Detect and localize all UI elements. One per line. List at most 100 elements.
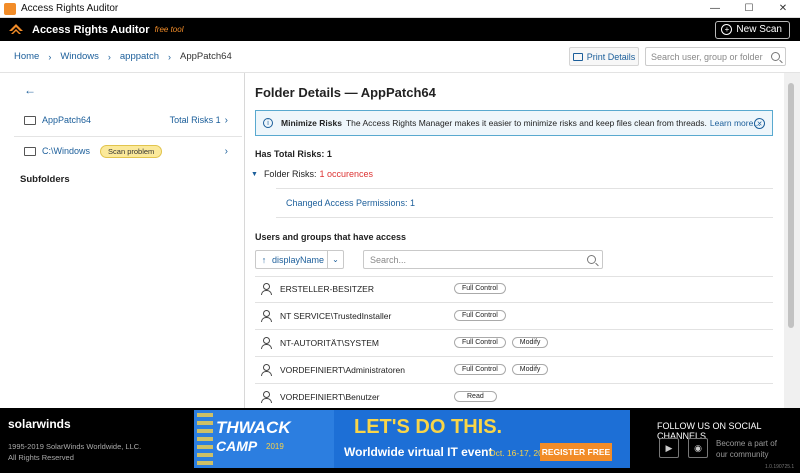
learn-more-link[interactable]: Learn more... — [710, 118, 761, 128]
chevron-right-icon: › — [107, 51, 111, 62]
sort-label: displayName — [272, 254, 325, 265]
user-row[interactable]: VORDEFINIERT\Administratoren Full Contro… — [255, 356, 773, 383]
sort-button[interactable]: ↑ displayName ⌄ — [255, 250, 344, 269]
chevron-right-icon: › — [167, 51, 171, 62]
thwack-wordmark: THWACK — [216, 418, 291, 437]
vertical-scrollbar[interactable] — [784, 73, 800, 408]
user-name: NT SERVICE\TrustedInstaller — [280, 310, 392, 321]
breadcrumb-windows[interactable]: Windows — [60, 51, 99, 62]
breadcrumb-current: AppPatch64 — [179, 51, 232, 62]
permission-badge: Full Control — [454, 364, 506, 375]
breadcrumb-apppatch[interactable]: apppatch — [120, 51, 159, 62]
total-risks-link[interactable]: Total Risks 1 — [170, 115, 221, 125]
folder-risks-toggle[interactable]: ▼ Folder Risks: 1 occurences — [251, 169, 373, 179]
close-icon[interactable]: ✕ — [754, 118, 765, 129]
banner-headline: LET'S DO THIS. — [354, 416, 503, 438]
user-name: NT-AUTORITÄT\SYSTEM — [280, 337, 380, 348]
chevron-right-icon: › — [224, 114, 228, 126]
printer-icon — [572, 52, 583, 61]
youtube-icon[interactable]: ▶ — [659, 438, 679, 458]
community-line: our community — [716, 450, 769, 459]
maximize-button[interactable]: ☐ — [732, 0, 766, 17]
chevron-right-icon: › — [48, 51, 52, 62]
user-row[interactable]: NT SERVICE\TrustedInstaller Full Control — [255, 302, 773, 329]
thwackcamp-banner[interactable]: THWACK CAMP 2019 LET'S DO THIS. Worldwid… — [194, 410, 630, 468]
app-header: Access Rights Auditor free tool + New Sc… — [0, 18, 800, 41]
search-icon — [771, 52, 780, 61]
folder-label: C:\Windows — [42, 146, 91, 156]
user-name: ERSTELLER-BESITZER — [280, 283, 374, 294]
search-icon — [587, 255, 596, 264]
user-icon — [261, 390, 272, 403]
folder-icon — [24, 115, 36, 125]
print-details-button[interactable]: Print Details — [569, 47, 639, 66]
user-row[interactable]: VORDEFINIERT\Benutzer Read — [255, 383, 773, 408]
window-titlebar: Access Rights Auditor — ☐ ✕ — [0, 0, 800, 18]
user-row[interactable]: ERSTELLER-BESITZER Full Control — [255, 275, 773, 302]
user-icon — [261, 282, 272, 295]
camp-year: 2019 — [266, 442, 284, 451]
community-text: Become a part of our community — [716, 438, 777, 460]
permission-badge: Read — [454, 391, 497, 402]
changed-permissions-link[interactable]: Changed Access Permissions: 1 — [286, 198, 415, 208]
new-scan-button[interactable]: + New Scan — [715, 20, 790, 39]
new-scan-label: New Scan — [736, 24, 782, 35]
permission-badge: Full Control — [454, 337, 506, 348]
scan-icon: + — [721, 24, 733, 35]
version-label: 1.0.190725.1 — [765, 464, 795, 470]
users-groups-heading: Users and groups that have access — [255, 232, 407, 242]
chevron-down-icon[interactable]: ⌄ — [327, 251, 343, 268]
camp-wordmark: CAMP — [216, 438, 258, 454]
caret-down-icon: ▼ — [251, 170, 258, 178]
decorative-stripes — [197, 413, 213, 465]
permission-badge: Full Control — [454, 310, 506, 321]
window-title: Access Rights Auditor — [21, 3, 119, 14]
app-icon — [4, 2, 16, 15]
folder-risks-count: 1 occurences — [319, 169, 373, 179]
user-name: VORDEFINIERT\Benutzer — [280, 391, 380, 402]
info-icon: i — [263, 118, 273, 128]
register-free-button[interactable]: REGISTER FREE — [540, 443, 612, 461]
solarwinds-logo-icon — [9, 23, 23, 34]
minimize-button[interactable]: — — [698, 0, 732, 17]
close-button[interactable]: ✕ — [766, 0, 800, 17]
banner-title: Minimize Risks — [281, 118, 342, 128]
folder-row-windows[interactable]: C:\Windows Scan problem › — [0, 137, 244, 165]
solarwinds-logo[interactable]: solarwinds — [8, 417, 71, 431]
thwackcamp-logo: THWACK CAMP 2019 — [194, 410, 334, 468]
chevron-right-icon: › — [224, 145, 228, 157]
folder-row-apppatch64[interactable]: AppPatch64 Total Risks 1 › — [0, 106, 244, 134]
total-risks-heading: Has Total Risks: 1 — [255, 149, 332, 159]
copyright-line: 1995-2019 SolarWinds Worldwide, LLC. — [8, 442, 142, 451]
divider — [276, 217, 773, 218]
thwack-community-icon[interactable]: ◉ — [688, 438, 708, 458]
breadcrumb-home[interactable]: Home — [14, 51, 39, 62]
scrollbar-thumb[interactable] — [788, 83, 794, 328]
back-arrow-icon[interactable]: ← — [24, 83, 36, 97]
permission-badge: Modify — [511, 337, 549, 348]
permission-badge: Modify — [511, 364, 549, 375]
user-search-input[interactable]: Search... — [363, 250, 603, 269]
global-search-placeholder: Search user, group or folder — [651, 51, 763, 62]
page-title: Folder Details — AppPatch64 — [255, 85, 436, 100]
permission-badge: Full Control — [454, 283, 506, 294]
arrow-up-icon: ↑ — [261, 254, 267, 265]
global-search-input[interactable]: Search user, group or folder — [645, 47, 786, 66]
banner-text: The Access Rights Manager makes it easie… — [345, 118, 707, 128]
window-controls: — ☐ ✕ — [698, 0, 800, 17]
user-search-placeholder: Search... — [370, 254, 407, 265]
user-name: VORDEFINIERT\Administratoren — [280, 364, 406, 375]
scan-problem-badge: Scan problem — [100, 144, 163, 158]
footer: solarwinds 1995-2019 SolarWinds Worldwid… — [0, 408, 800, 473]
folder-label: AppPatch64 — [42, 115, 92, 125]
free-tool-tag: free tool — [154, 25, 184, 34]
minimize-risks-banner: i Minimize Risks The Access Rights Manag… — [255, 110, 773, 136]
breadcrumb: Home › Windows › apppatch › AppPatch64 — [14, 51, 232, 62]
user-row[interactable]: NT-AUTORITÄT\SYSTEM Full Control Modify — [255, 329, 773, 356]
user-icon — [261, 363, 272, 376]
copyright: 1995-2019 SolarWinds Worldwide, LLC. All… — [8, 441, 141, 463]
folder-risks-label: Folder Risks: — [263, 169, 317, 179]
user-icon — [261, 309, 272, 322]
app-name: Access Rights Auditor — [32, 23, 150, 36]
divider — [276, 188, 773, 189]
